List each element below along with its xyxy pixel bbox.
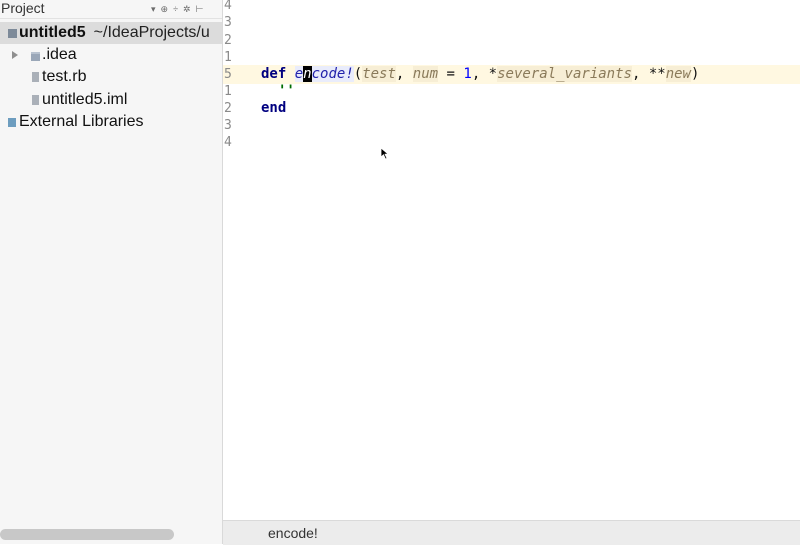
code-line-end[interactable]: end: [261, 99, 286, 118]
project-path: ~/IdeaProjects/u: [93, 24, 210, 41]
tree-item-label: untitled5.iml: [42, 91, 128, 108]
code-line-def[interactable]: def encode!(test, num = 1, *several_vari…: [261, 65, 699, 84]
tree-item-label: External Libraries: [19, 113, 144, 130]
close-paren: ): [690, 66, 700, 82]
line-number: 5: [224, 67, 232, 82]
param-several-variants: several_variants: [497, 66, 632, 82]
separator: , **: [631, 66, 666, 82]
status-text: encode!: [268, 525, 318, 541]
code-editor[interactable]: 4 3 2 1 5 1 2 3 4 def encode!(test, num …: [223, 0, 800, 520]
default-value: 1: [463, 66, 472, 82]
method-name-part: e: [294, 66, 304, 82]
iml-file-icon: [32, 95, 39, 105]
open-paren: (: [353, 66, 363, 82]
line-number: 4: [224, 0, 232, 13]
gear-icon[interactable]: ✲: [183, 3, 191, 15]
project-name: untitled5: [19, 24, 86, 41]
text-caret: n: [303, 66, 312, 82]
tree-item-label: .idea: [42, 46, 77, 63]
folder-icon: [31, 52, 40, 61]
mouse-pointer-icon: [380, 147, 389, 160]
status-bar: encode!: [223, 520, 800, 545]
tree-item-external-libraries[interactable]: External Libraries: [0, 111, 222, 133]
param-num: num: [412, 66, 439, 82]
param-new: new: [665, 66, 691, 82]
panel-title[interactable]: Project: [1, 0, 45, 16]
method-name: encode!: [294, 66, 354, 82]
tree-item-project-root[interactable]: untitled5 ~/IdeaProjects/u: [0, 22, 222, 44]
param-test: test: [362, 66, 396, 82]
line-number: 1: [224, 50, 232, 65]
panel-toolbar: ▾ ⊕ ÷ ✲ ⊢: [151, 3, 203, 15]
settings-sync-icon[interactable]: ⊕: [161, 3, 169, 15]
project-panel-header: Project ▾ ⊕ ÷ ✲ ⊢: [0, 0, 222, 19]
tree-item-idea-folder[interactable]: .idea: [0, 44, 222, 66]
expand-arrow-icon[interactable]: [12, 51, 18, 59]
line-number: 4: [224, 135, 232, 150]
tree-item-test-rb[interactable]: test.rb: [0, 66, 222, 88]
project-panel: Project ▾ ⊕ ÷ ✲ ⊢ untitled5 ~/IdeaProject…: [0, 0, 223, 544]
ruby-file-icon: [32, 72, 39, 82]
line-number: 2: [224, 101, 232, 116]
line-number: 3: [224, 118, 232, 133]
line-number: 1: [224, 84, 232, 99]
tree-item-label: test.rb: [42, 68, 87, 85]
method-name-part: code!: [311, 66, 354, 82]
collapse-icon[interactable]: ÷: [173, 3, 178, 15]
dropdown-icon[interactable]: ▾: [151, 3, 156, 15]
line-number: 2: [224, 33, 232, 48]
tree-item-iml[interactable]: untitled5.iml: [0, 89, 222, 111]
separator: , *: [471, 66, 498, 82]
project-icon: [8, 29, 17, 38]
keyword-def: def: [261, 66, 287, 82]
horizontal-scrollbar[interactable]: [0, 529, 174, 540]
hide-icon[interactable]: ⊢: [196, 3, 204, 15]
line-number: 3: [224, 15, 232, 30]
library-icon: [8, 118, 16, 127]
separator: =: [438, 66, 464, 82]
separator: ,: [395, 66, 413, 82]
